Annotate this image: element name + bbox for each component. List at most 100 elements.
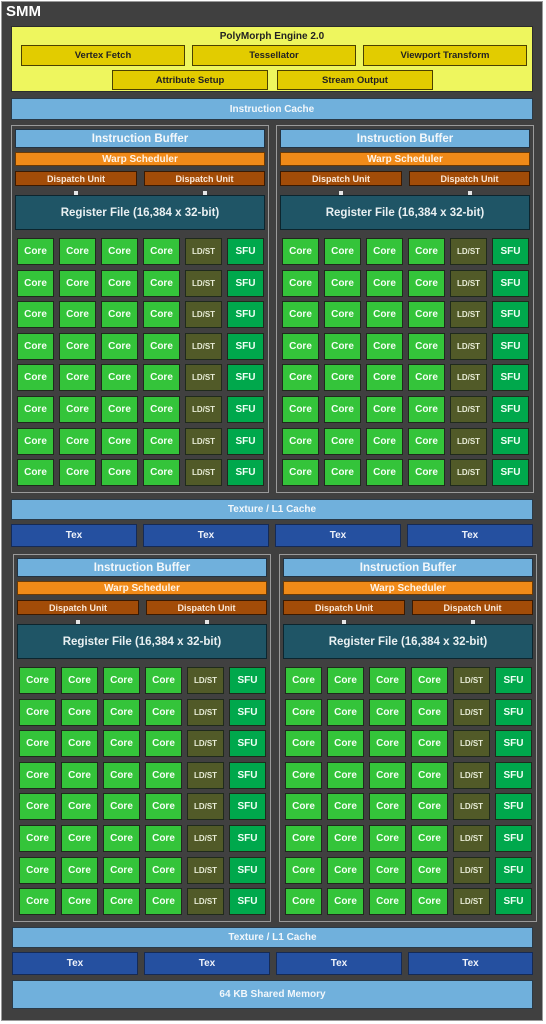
ldst-unit: LD/ST (453, 888, 490, 916)
core-unit: Core (143, 364, 180, 392)
ldst-unit: LD/ST (185, 301, 222, 329)
ldst-unit: LD/ST (450, 396, 487, 423)
ldst-unit: LD/ST (450, 459, 487, 487)
core-unit: Core (324, 396, 361, 423)
tessellator-unit: Tessellator (192, 45, 356, 66)
core-unit: Core (101, 238, 138, 265)
sfu-unit: SFU (495, 793, 532, 821)
warp-scheduler: Warp Scheduler (283, 581, 533, 595)
core-unit: Core (327, 793, 364, 821)
processing-block: Instruction Buffer Warp Scheduler Dispatch… (279, 554, 537, 922)
sfu-unit: SFU (495, 698, 532, 726)
sfu-unit: SFU (229, 856, 266, 884)
tex-unit: Tex (144, 952, 270, 975)
core-unit: Core (61, 667, 98, 694)
texture-l1-cache-top: Texture / L1 Cache (11, 499, 533, 520)
core-unit: Core (61, 888, 98, 916)
core-unit: Core (324, 238, 361, 265)
core-unit: Core (282, 396, 319, 423)
core-unit: Core (285, 888, 322, 916)
texture-l1-cache-bottom: Texture / L1 Cache (12, 927, 533, 948)
core-unit: Core (59, 459, 96, 487)
core-unit: Core (17, 427, 54, 455)
core-unit: Core (408, 364, 445, 392)
core-unit: Core (17, 364, 54, 392)
warp-scheduler: Warp Scheduler (15, 152, 265, 166)
ldst-unit: LD/ST (453, 793, 490, 821)
core-unit: Core (282, 459, 319, 487)
dispatch-unit: Dispatch Unit (17, 600, 139, 615)
core-unit: Core (17, 269, 54, 297)
sfu-unit: SFU (227, 396, 264, 423)
core-unit: Core (411, 698, 448, 726)
core-unit: Core (327, 667, 364, 694)
ldst-unit: LD/ST (187, 698, 224, 726)
ldst-unit: LD/ST (185, 427, 222, 455)
core-unit: Core (408, 301, 445, 329)
vertex-fetch-unit: Vertex Fetch (21, 45, 185, 66)
core-unit: Core (411, 730, 448, 758)
sfu-unit: SFU (227, 427, 264, 455)
sfu-unit: SFU (227, 364, 264, 392)
instruction-buffer: Instruction Buffer (283, 558, 533, 577)
core-unit: Core (366, 332, 403, 360)
core-unit: Core (19, 667, 56, 694)
core-unit: Core (143, 396, 180, 423)
sfu-unit: SFU (229, 888, 266, 916)
core-unit: Core (19, 793, 56, 821)
ldst-unit: LD/ST (450, 364, 487, 392)
core-unit: Core (145, 667, 182, 694)
ldst-unit: LD/ST (453, 698, 490, 726)
core-unit: Core (282, 364, 319, 392)
core-unit: Core (103, 761, 140, 789)
core-unit: Core (103, 698, 140, 726)
sfu-unit: SFU (492, 427, 529, 455)
core-unit: Core (369, 761, 406, 789)
core-unit: Core (61, 793, 98, 821)
core-unit: Core (411, 667, 448, 694)
sfu-unit: SFU (492, 364, 529, 392)
core-unit: Core (59, 332, 96, 360)
dispatch-unit: Dispatch Unit (280, 171, 402, 186)
core-unit: Core (61, 825, 98, 852)
core-unit: Core (324, 364, 361, 392)
core-unit: Core (411, 793, 448, 821)
ldst-unit: LD/ST (187, 856, 224, 884)
ldst-unit: LD/ST (187, 730, 224, 758)
core-unit: Core (285, 793, 322, 821)
ldst-unit: LD/ST (187, 825, 224, 852)
core-unit: Core (59, 364, 96, 392)
core-unit: Core (19, 888, 56, 916)
core-unit: Core (366, 364, 403, 392)
core-unit: Core (408, 238, 445, 265)
core-unit: Core (369, 793, 406, 821)
polymorph-engine: PolyMorph Engine 2.0 Vertex Fetch Tessel… (11, 26, 533, 92)
sfu-unit: SFU (492, 301, 529, 329)
core-unit: Core (19, 698, 56, 726)
core-unit: Core (408, 269, 445, 297)
warp-scheduler: Warp Scheduler (280, 152, 530, 166)
core-unit: Core (369, 825, 406, 852)
core-unit: Core (59, 396, 96, 423)
ldst-unit: LD/ST (185, 332, 222, 360)
register-file: Register File (16,384 x 32-bit) (17, 624, 267, 659)
sfu-unit: SFU (227, 269, 264, 297)
tex-unit: Tex (143, 524, 269, 547)
core-unit: Core (327, 888, 364, 916)
core-unit: Core (17, 459, 54, 487)
sfu-unit: SFU (495, 761, 532, 789)
ldst-unit: LD/ST (453, 730, 490, 758)
core-unit: Core (324, 269, 361, 297)
core-unit: Core (19, 856, 56, 884)
ldst-unit: LD/ST (450, 332, 487, 360)
register-file: Register File (16,384 x 32-bit) (15, 195, 265, 230)
core-unit: Core (103, 730, 140, 758)
core-unit: Core (61, 856, 98, 884)
core-unit: Core (411, 825, 448, 852)
sfu-unit: SFU (229, 730, 266, 758)
tex-unit: Tex (408, 952, 533, 975)
tex-unit: Tex (11, 524, 137, 547)
dispatch-unit: Dispatch Unit (412, 600, 533, 615)
core-unit: Core (282, 238, 319, 265)
core-unit: Core (59, 269, 96, 297)
